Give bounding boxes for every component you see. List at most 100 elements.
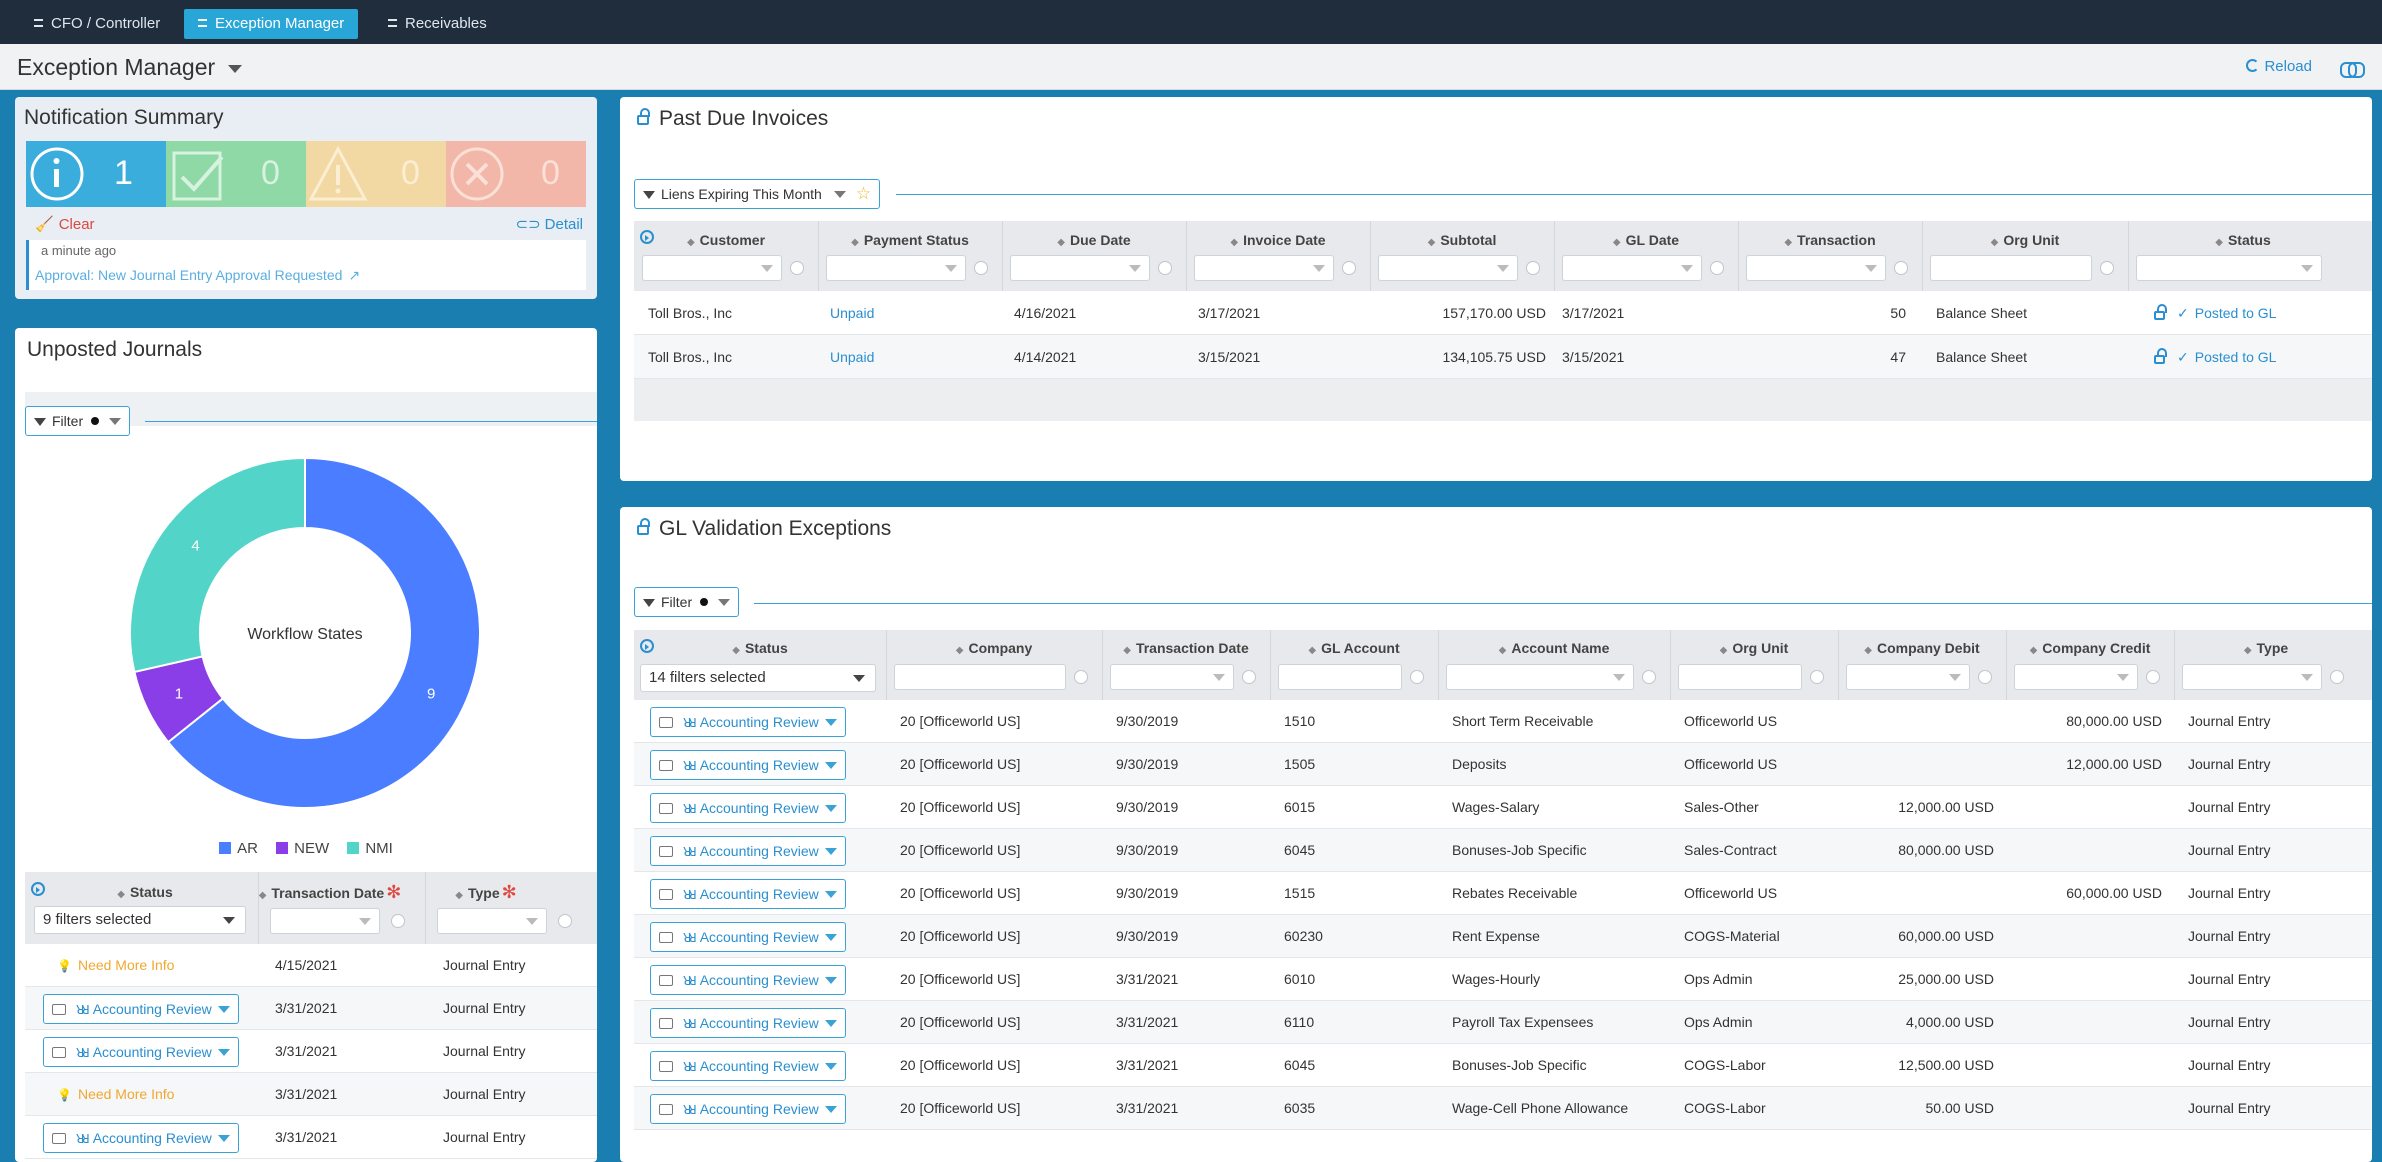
column-header[interactable]: ◆ GL Date [1554, 232, 1738, 248]
column-filter-toggle[interactable] [1158, 261, 1172, 275]
column-filter-input[interactable] [1930, 255, 2092, 281]
column-picker-icon[interactable] [31, 882, 45, 896]
column-filter-input[interactable] [1110, 664, 1234, 690]
column-header-status[interactable]: ◆ Status [45, 884, 245, 900]
column-header[interactable]: ◆ Due Date [1002, 232, 1186, 248]
column-filter-toggle[interactable] [1642, 670, 1656, 684]
clear-button[interactable]: 🧹 Clear [35, 215, 95, 233]
column-header-type[interactable]: ◆ Type ✻ [421, 882, 551, 903]
column-header[interactable]: ◆ Type [2174, 640, 2358, 656]
type-filter-input[interactable] [437, 908, 547, 934]
workflow-status-button[interactable]: ꓤꓤ Accounting Review [650, 965, 846, 995]
column-filter-input[interactable] [1010, 255, 1150, 281]
column-header[interactable]: ◆ Customer [634, 232, 818, 248]
workflow-status-button[interactable]: ꓤꓤ Accounting Review [650, 707, 846, 737]
reload-button[interactable]: Reload [2246, 58, 2312, 75]
warning-tile[interactable]: 0 [306, 141, 446, 207]
detail-button[interactable]: ⊂⊃ Detail [516, 215, 584, 233]
column-header[interactable]: ◆ Transaction [1738, 232, 1922, 248]
success-tile[interactable]: 0 [166, 141, 306, 207]
column-filter-input[interactable] [1678, 664, 1802, 690]
workflow-status-button[interactable]: ꓤꓤ Accounting Review [43, 994, 239, 1024]
column-filter-toggle[interactable] [1526, 261, 1540, 275]
column-filter-input[interactable] [2014, 664, 2138, 690]
column-filter-input[interactable] [1446, 664, 1634, 690]
type-filter-toggle[interactable] [558, 914, 572, 928]
error-tile[interactable]: 0 [446, 141, 586, 207]
column-header[interactable]: ◆ Company Credit [2006, 640, 2174, 656]
column-header[interactable]: ◆ Status [634, 640, 886, 656]
column-header[interactable]: ◆ GL Account [1270, 640, 1438, 656]
column-filter-input[interactable] [1562, 255, 1702, 281]
date-filter-toggle[interactable] [391, 914, 405, 928]
column-header-transaction-date[interactable]: ◆ Transaction Date ✻ [255, 882, 405, 903]
column-filter-toggle[interactable] [790, 261, 804, 275]
liens-filter-button[interactable]: Liens Expiring This Month ☆ [634, 179, 881, 209]
tab-receivables[interactable]: Receivables [374, 9, 501, 39]
column-header[interactable]: ◆ Subtotal [1370, 232, 1554, 248]
posted-status-cell[interactable]: ✓ Posted to GL [2154, 347, 2276, 366]
filter-button[interactable]: Filter [634, 587, 740, 617]
column-filter-toggle[interactable] [1710, 261, 1724, 275]
workflow-status-button[interactable]: ꓤꓤ Accounting Review [650, 922, 846, 952]
column-filter-toggle[interactable] [1074, 670, 1088, 684]
legend-item-new[interactable]: NEW [276, 840, 329, 857]
workflow-status-button[interactable]: ꓤꓤ Accounting Review [650, 836, 846, 866]
column-filter-toggle[interactable] [2100, 261, 2114, 275]
workflow-status-button[interactable]: ꓤꓤ Accounting Review [650, 1094, 846, 1124]
chevron-down-icon[interactable] [228, 65, 242, 73]
column-filter-toggle[interactable] [2330, 670, 2344, 684]
column-filter-toggle[interactable] [1342, 261, 1356, 275]
tab-cfo-controller[interactable]: CFO / Controller [20, 9, 174, 39]
column-filter-input[interactable] [1194, 255, 1334, 281]
need-more-info-status[interactable]: 💡 Need More Info [57, 1086, 174, 1102]
workflow-status-button[interactable]: ꓤꓤ Accounting Review [650, 750, 846, 780]
column-filter-toggle[interactable] [974, 261, 988, 275]
workflow-status-button[interactable]: ꓤꓤ Accounting Review [650, 879, 846, 909]
link-icon[interactable] [2340, 62, 2365, 78]
column-filter-input[interactable] [1746, 255, 1886, 281]
column-header[interactable]: ◆ Account Name [1438, 640, 1670, 656]
status-filter-select[interactable]: 9 filters selected [34, 906, 246, 934]
column-filter-input[interactable] [1378, 255, 1518, 281]
column-filter-input[interactable] [1846, 664, 1970, 690]
workflow-status-button[interactable]: ꓤꓤ Accounting Review [650, 1051, 846, 1081]
payment-status-cell[interactable]: Unpaid [830, 349, 874, 365]
column-filter-input[interactable] [642, 255, 782, 281]
payment-status-cell[interactable]: Unpaid [830, 305, 874, 321]
column-filter-toggle[interactable] [2146, 670, 2160, 684]
column-filter-toggle[interactable] [1810, 670, 1824, 684]
need-more-info-status[interactable]: 💡 Need More Info [57, 957, 174, 973]
column-header[interactable]: ◆ Company Debit [1838, 640, 2006, 656]
workflow-status-button[interactable]: ꓤꓤ Accounting Review [43, 1123, 239, 1153]
legend-item-ar[interactable]: AR [219, 840, 258, 857]
column-filter-input[interactable] [826, 255, 966, 281]
column-header[interactable]: ◆ Payment Status [818, 232, 1002, 248]
tab-exception-manager[interactable]: Exception Manager [184, 9, 359, 39]
star-icon[interactable]: ☆ [856, 184, 871, 203]
column-header[interactable]: ◆ Org Unit [1922, 232, 2128, 248]
column-filter-input[interactable] [2182, 664, 2322, 690]
workflow-status-button[interactable]: ꓤꓤ Accounting Review [650, 793, 846, 823]
column-filter-input[interactable] [894, 664, 1066, 690]
column-filter-toggle[interactable] [1242, 670, 1256, 684]
column-header[interactable]: ◆ Transaction Date [1102, 640, 1270, 656]
status-filter-select[interactable]: 14 filters selected [640, 664, 876, 692]
column-header[interactable]: ◆ Company [886, 640, 1102, 656]
column-filter-input[interactable] [2136, 255, 2322, 281]
posted-status-cell[interactable]: ✓ Posted to GL [2154, 303, 2276, 322]
column-header[interactable]: ◆ Org Unit [1670, 640, 1838, 656]
info-tile[interactable]: 1 [26, 141, 166, 207]
notification-message-link[interactable]: Approval: New Journal Entry Approval Req… [35, 267, 360, 284]
column-filter-toggle[interactable] [1894, 261, 1908, 275]
column-header[interactable]: ◆ Status [2128, 232, 2358, 248]
legend-item-nmi[interactable]: NMI [347, 840, 393, 857]
column-filter-toggle[interactable] [1410, 670, 1424, 684]
column-header[interactable]: ◆ Invoice Date [1186, 232, 1370, 248]
workflow-status-button[interactable]: ꓤꓤ Accounting Review [650, 1008, 846, 1038]
date-filter-input[interactable] [270, 908, 380, 934]
filter-button[interactable]: Filter [25, 406, 131, 436]
workflow-status-button[interactable]: ꓤꓤ Accounting Review [43, 1037, 239, 1067]
column-filter-toggle[interactable] [1978, 670, 1992, 684]
column-filter-input[interactable] [1278, 664, 1402, 690]
